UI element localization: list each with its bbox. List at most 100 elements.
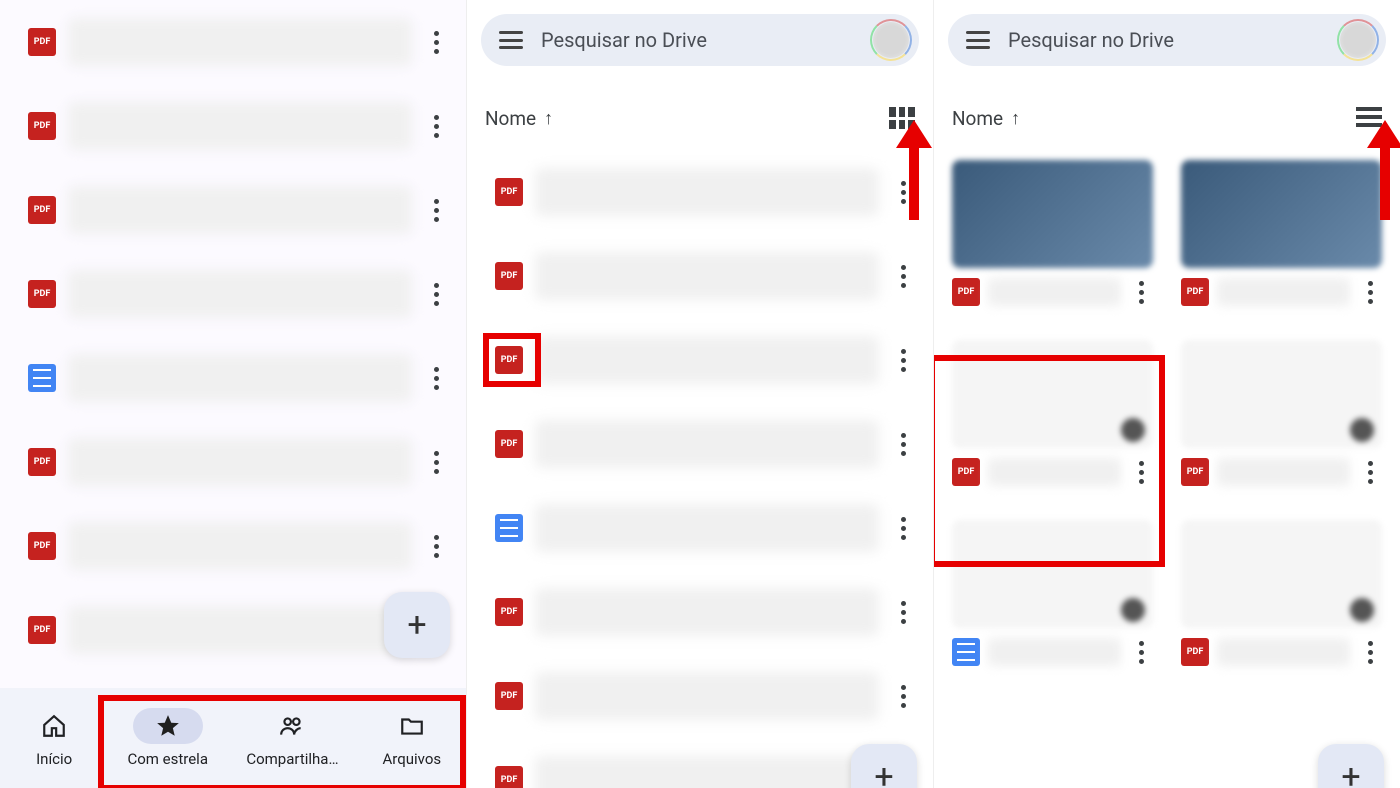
sort-label-text: Nome	[952, 107, 1003, 130]
bottom-nav: Início Com estrela Compartilha… Arquivos	[0, 688, 466, 788]
nav-home[interactable]: Início	[19, 708, 89, 768]
pdf-icon: PDF	[495, 598, 523, 626]
panel-grid-view: Pesquisar no Drive Nome ↑ PDF PDF PDF PDF PD…	[933, 0, 1400, 788]
file-thumbnail	[952, 160, 1153, 268]
pdf-icon: PDF	[28, 112, 56, 140]
file-row[interactable]	[0, 336, 466, 420]
panel-list-no-search: PDFPDFPDFPDFPDFPDFPDF + Início Com estre…	[0, 0, 466, 788]
sort-row: Nome ↑	[952, 98, 1382, 138]
more-icon[interactable]	[424, 367, 448, 390]
file-list: PDFPDFPDFPDFPDFPDFPDF	[467, 150, 933, 788]
nav-files[interactable]: Arquivos	[377, 708, 447, 768]
more-icon[interactable]	[891, 685, 915, 708]
file-row[interactable]: PDF	[0, 504, 466, 588]
nav-starred-label: Com estrela	[127, 750, 208, 768]
annotation-arrow-list	[1370, 120, 1400, 240]
pdf-icon: PDF	[1181, 278, 1209, 306]
account-avatar[interactable]	[1338, 20, 1378, 60]
file-thumbnail	[952, 340, 1153, 448]
nav-shared-label: Compartilha…	[246, 750, 338, 768]
file-name-blur	[68, 102, 412, 150]
more-icon[interactable]	[1129, 281, 1153, 304]
more-icon[interactable]	[1358, 281, 1382, 304]
more-icon[interactable]	[424, 451, 448, 474]
fab-new[interactable]: +	[851, 744, 917, 788]
sort-arrow-up-icon: ↑	[1011, 108, 1020, 129]
more-icon[interactable]	[424, 199, 448, 222]
sort-row: Nome ↑	[485, 98, 915, 138]
pdf-icon: PDF	[28, 280, 56, 308]
file-name-blur	[535, 168, 879, 216]
more-icon[interactable]	[1358, 641, 1382, 664]
account-avatar[interactable]	[871, 20, 911, 60]
card-footer: PDF	[1181, 278, 1382, 306]
card-footer	[952, 638, 1153, 666]
file-row[interactable]: PDF	[467, 570, 933, 654]
file-row[interactable]: PDF	[467, 150, 933, 234]
more-icon[interactable]	[891, 517, 915, 540]
file-card[interactable]: PDF	[1181, 520, 1382, 666]
file-row[interactable]: PDF	[467, 318, 933, 402]
doc-icon	[28, 364, 56, 392]
more-icon[interactable]	[424, 31, 448, 54]
nav-home-pill	[19, 708, 89, 744]
menu-icon[interactable]	[499, 31, 523, 49]
more-icon[interactable]	[891, 349, 915, 372]
file-name-blur	[68, 186, 412, 234]
fab-new[interactable]: +	[384, 592, 450, 658]
file-row[interactable]: PDF	[467, 402, 933, 486]
more-icon[interactable]	[1358, 461, 1382, 484]
fab-new[interactable]: +	[1318, 744, 1384, 788]
file-row[interactable]: PDF	[0, 168, 466, 252]
file-row[interactable]	[467, 486, 933, 570]
home-icon	[41, 713, 67, 739]
file-name-blur	[68, 354, 412, 402]
file-thumbnail	[952, 520, 1153, 628]
more-icon[interactable]	[891, 601, 915, 624]
star-icon	[155, 713, 181, 739]
file-name-blur	[68, 606, 412, 654]
pdf-icon: PDF	[1181, 458, 1209, 486]
file-row[interactable]: PDF	[0, 84, 466, 168]
doc-icon	[495, 514, 523, 542]
pdf-icon: PDF	[495, 178, 523, 206]
file-row[interactable]: PDF	[467, 654, 933, 738]
more-icon[interactable]	[1129, 461, 1153, 484]
more-icon[interactable]	[1129, 641, 1153, 664]
card-footer: PDF	[952, 278, 1153, 306]
file-row[interactable]: PDF	[0, 420, 466, 504]
more-icon[interactable]	[424, 535, 448, 558]
more-icon[interactable]	[891, 265, 915, 288]
file-card[interactable]: PDF	[952, 340, 1153, 486]
file-card[interactable]	[952, 520, 1153, 666]
pdf-icon: PDF	[495, 766, 523, 788]
card-title-blur	[1217, 278, 1350, 306]
more-icon[interactable]	[424, 283, 448, 306]
sort-by-name[interactable]: Nome ↑	[485, 107, 553, 130]
nav-starred-pill	[133, 708, 203, 744]
sort-by-name[interactable]: Nome ↑	[952, 107, 1020, 130]
file-name-blur	[535, 252, 879, 300]
pdf-icon: PDF	[1181, 638, 1209, 666]
file-name-blur	[535, 672, 879, 720]
more-icon[interactable]	[891, 433, 915, 456]
nav-files-label: Arquivos	[383, 750, 442, 768]
search-bar[interactable]: Pesquisar no Drive	[948, 14, 1386, 66]
file-thumbnail	[1181, 520, 1382, 628]
search-bar[interactable]: Pesquisar no Drive	[481, 14, 919, 66]
more-icon[interactable]	[424, 115, 448, 138]
file-row[interactable]: PDF	[0, 0, 466, 84]
annotation-arrow-grid	[899, 120, 929, 240]
nav-shared[interactable]: Compartilha…	[246, 708, 338, 768]
menu-icon[interactable]	[966, 31, 990, 49]
pdf-icon: PDF	[28, 448, 56, 476]
file-card[interactable]: PDF	[1181, 160, 1382, 306]
file-row[interactable]: PDF	[0, 252, 466, 336]
file-name-blur	[68, 270, 412, 318]
file-row[interactable]: PDF	[467, 234, 933, 318]
file-card[interactable]: PDF	[1181, 340, 1382, 486]
nav-starred[interactable]: Com estrela	[127, 708, 208, 768]
card-footer: PDF	[1181, 458, 1382, 486]
file-thumbnail	[1181, 340, 1382, 448]
file-card[interactable]: PDF	[952, 160, 1153, 306]
